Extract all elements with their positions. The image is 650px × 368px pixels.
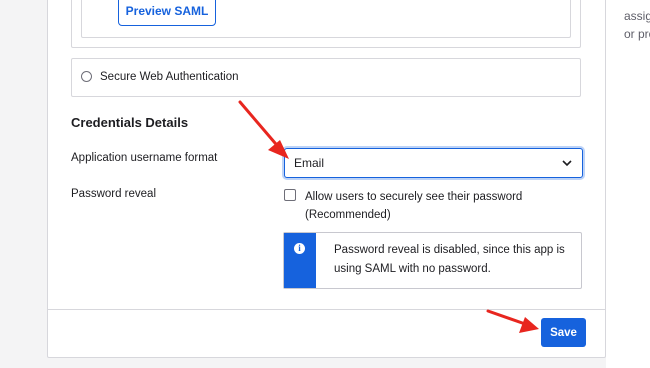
swa-radio[interactable] (81, 71, 92, 82)
password-reveal-checkbox-label: Allow users to securely see their passwo… (305, 191, 523, 221)
side-panel (606, 0, 650, 368)
password-reveal-label: Password reveal (71, 188, 157, 200)
preview-saml-button[interactable]: Preview SAML (118, 0, 216, 26)
chevron-down-icon (562, 160, 572, 167)
password-reveal-checkbox[interactable] (284, 189, 296, 201)
swa-label: Secure Web Authentication (100, 71, 239, 83)
settings-panel (47, 0, 606, 358)
credentials-section-title: Credentials Details (71, 115, 189, 130)
save-button[interactable]: Save (541, 318, 586, 347)
footer-divider (48, 309, 605, 310)
notice-accent-bar: i (284, 233, 316, 288)
side-panel-text-2: or pro (624, 27, 650, 41)
side-panel-text-1: assig (624, 9, 650, 23)
password-reveal-notice: i Password reveal is disabled, since thi… (283, 232, 582, 289)
username-format-value: Email (294, 156, 325, 170)
info-icon: i (294, 243, 305, 254)
username-format-select[interactable]: Email (284, 148, 583, 178)
app-page: assig or pro Preview SAML Secure Web Aut… (0, 0, 650, 368)
notice-text: Password reveal is disabled, since this … (334, 244, 565, 275)
username-format-label: Application username format (71, 152, 218, 164)
